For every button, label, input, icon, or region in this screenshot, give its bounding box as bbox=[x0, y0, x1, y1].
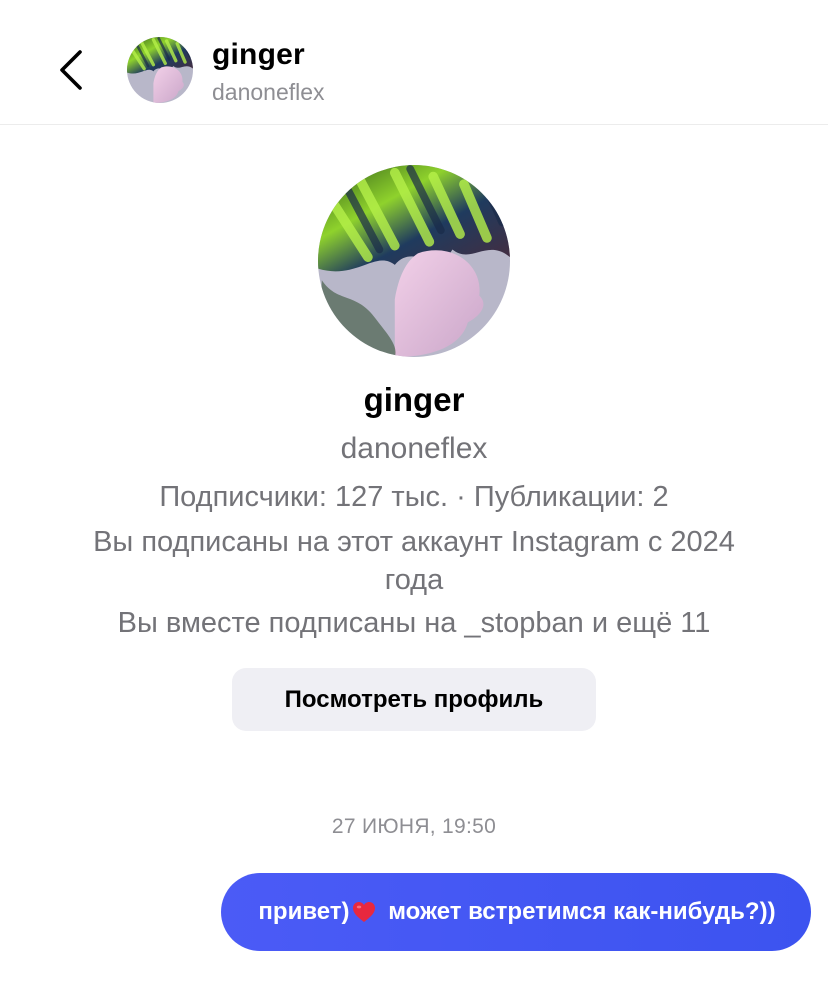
mutual-followers-text: Вы вместе подписаны на _stopban и ещё 11 bbox=[117, 607, 711, 639]
avatar-image bbox=[318, 165, 510, 357]
header-username[interactable]: danoneflex bbox=[212, 78, 325, 106]
profile-stats: Подписчики: 127 тыс. · Публикации: 2 bbox=[159, 481, 669, 513]
chat-header: ginger danoneflex bbox=[0, 0, 828, 125]
back-button[interactable] bbox=[50, 46, 94, 94]
header-display-name[interactable]: ginger bbox=[212, 37, 305, 73]
header-avatar[interactable] bbox=[127, 37, 193, 103]
follow-since-text: Вы подписаны на этот аккаунт Instagram с… bbox=[93, 526, 735, 596]
avatar-image bbox=[127, 37, 193, 103]
message-text-part: может встретимся как-нибудь?)) bbox=[381, 898, 776, 925]
profile-display-name: ginger bbox=[363, 381, 465, 418]
message-timestamp: 27 ИЮНЯ, 19:50 bbox=[331, 815, 497, 838]
view-profile-button[interactable]: Посмотреть профиль bbox=[232, 668, 596, 731]
chevron-left-icon bbox=[60, 50, 82, 90]
message-text-part: привет) bbox=[258, 898, 350, 925]
profile-username: danoneflex bbox=[340, 432, 488, 465]
profile-avatar[interactable] bbox=[318, 165, 510, 357]
sent-message-bubble[interactable]: привет) может встретимся как-нибудь?)) bbox=[221, 873, 811, 951]
heart-icon bbox=[352, 902, 375, 922]
